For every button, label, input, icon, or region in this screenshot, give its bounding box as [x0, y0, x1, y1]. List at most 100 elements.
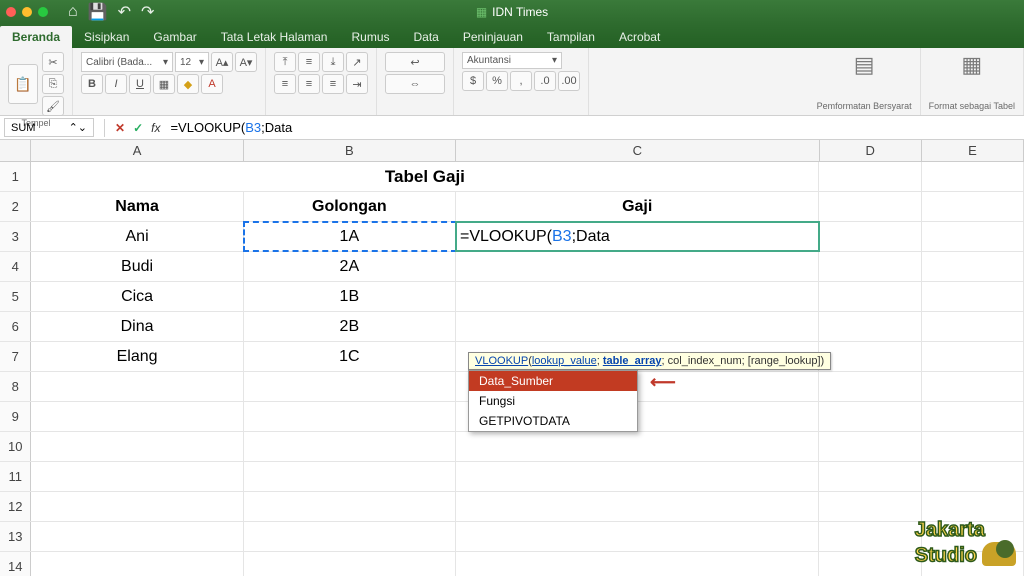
- tooltip-arg2[interactable]: table_array: [603, 355, 662, 367]
- cell[interactable]: [456, 312, 819, 341]
- row-header[interactable]: 3: [0, 222, 31, 251]
- col-header-c[interactable]: C: [456, 140, 820, 161]
- cell[interactable]: [819, 312, 921, 341]
- copy-button[interactable]: ⎘: [42, 74, 64, 94]
- row-header[interactable]: 8: [0, 372, 31, 401]
- tab-acrobat[interactable]: Acrobat: [607, 26, 672, 48]
- tooltip-arg1[interactable]: lookup_value: [532, 355, 597, 367]
- row-header[interactable]: 14: [0, 552, 31, 576]
- cell[interactable]: 1B: [244, 282, 456, 311]
- align-middle-button[interactable]: ≡: [298, 52, 320, 72]
- autocomplete-item[interactable]: Fungsi: [469, 391, 637, 411]
- minimize-icon[interactable]: [22, 7, 32, 17]
- wrap-text-button[interactable]: ↩: [385, 52, 445, 72]
- undo-icon[interactable]: ↶: [118, 2, 131, 22]
- percent-button[interactable]: %: [486, 71, 508, 91]
- paste-button[interactable]: 📋: [8, 64, 38, 104]
- tooltip-fn-link[interactable]: VLOOKUP: [475, 355, 528, 367]
- cell[interactable]: Dina: [31, 312, 243, 341]
- cut-button[interactable]: ✂: [42, 52, 64, 72]
- fill-color-button[interactable]: ◆: [177, 74, 199, 94]
- decrease-decimal-button[interactable]: .00: [558, 71, 580, 91]
- col-header-d[interactable]: D: [820, 140, 922, 161]
- cell[interactable]: Cica: [31, 282, 243, 311]
- tab-sisipkan[interactable]: Sisipkan: [72, 26, 141, 48]
- save-icon[interactable]: 💾: [88, 2, 108, 22]
- align-right-button[interactable]: ≡: [322, 74, 344, 94]
- row-header[interactable]: 12: [0, 492, 31, 521]
- title-cell[interactable]: Tabel Gaji: [31, 162, 819, 191]
- cond-format-icon[interactable]: ▤: [817, 52, 912, 78]
- cell-editing[interactable]: =VLOOKUP(B3;Data: [456, 222, 819, 251]
- orientation-button[interactable]: ↗: [346, 52, 368, 72]
- tab-tata-letak[interactable]: Tata Letak Halaman: [209, 26, 340, 48]
- align-center-button[interactable]: ≡: [298, 74, 320, 94]
- font-name-dropdown[interactable]: Calibri (Bada...▾: [81, 52, 173, 72]
- cell[interactable]: Elang: [31, 342, 243, 371]
- row-header[interactable]: 7: [0, 342, 31, 371]
- align-top-button[interactable]: ⤒: [274, 52, 296, 72]
- increase-font-button[interactable]: A▴: [211, 52, 233, 72]
- font-size-dropdown[interactable]: 12▾: [175, 52, 209, 72]
- cell[interactable]: 2B: [244, 312, 456, 341]
- align-bottom-button[interactable]: ⤓: [322, 52, 344, 72]
- cell[interactable]: [456, 252, 819, 281]
- cell[interactable]: [922, 282, 1024, 311]
- font-color-button[interactable]: A: [201, 74, 223, 94]
- align-left-button[interactable]: ≡: [274, 74, 296, 94]
- autocomplete-item[interactable]: GETPIVOTDATA: [469, 411, 637, 431]
- cell[interactable]: [819, 252, 921, 281]
- bold-button[interactable]: B: [81, 74, 103, 94]
- comma-button[interactable]: ,: [510, 71, 532, 91]
- cell[interactable]: [922, 222, 1024, 251]
- row-header[interactable]: 10: [0, 432, 31, 461]
- tab-gambar[interactable]: Gambar: [141, 26, 208, 48]
- col-header-b[interactable]: B: [244, 140, 456, 161]
- home-icon[interactable]: ⌂: [68, 3, 78, 21]
- cell[interactable]: [819, 222, 921, 251]
- cell[interactable]: [456, 282, 819, 311]
- tab-rumus[interactable]: Rumus: [339, 26, 401, 48]
- maximize-icon[interactable]: [38, 7, 48, 17]
- header-gaji[interactable]: Gaji: [456, 192, 819, 221]
- cell[interactable]: Ani: [31, 222, 243, 251]
- underline-button[interactable]: U: [129, 74, 151, 94]
- col-header-a[interactable]: A: [31, 140, 243, 161]
- row-header[interactable]: 9: [0, 402, 31, 431]
- formula-input[interactable]: =VLOOKUP(B3;Data: [164, 118, 1024, 137]
- row-header[interactable]: 4: [0, 252, 31, 281]
- name-box[interactable]: SUM⌃⌄: [4, 118, 94, 137]
- row-header[interactable]: 1: [0, 162, 31, 191]
- row-header[interactable]: 5: [0, 282, 31, 311]
- cell[interactable]: [819, 342, 921, 371]
- merge-button[interactable]: ⇔: [385, 74, 445, 94]
- row-header[interactable]: 2: [0, 192, 31, 221]
- row-header[interactable]: 13: [0, 522, 31, 551]
- tab-beranda[interactable]: Beranda: [0, 26, 72, 48]
- cancel-formula-button[interactable]: ✕: [111, 121, 129, 135]
- border-button[interactable]: ▦: [153, 74, 175, 94]
- row-header[interactable]: 6: [0, 312, 31, 341]
- redo-icon[interactable]: ↷: [141, 2, 154, 22]
- close-icon[interactable]: [6, 7, 16, 17]
- select-all-corner[interactable]: [0, 140, 31, 161]
- cell[interactable]: 1C: [244, 342, 456, 371]
- cell[interactable]: Budi: [31, 252, 243, 281]
- increase-decimal-button[interactable]: .0: [534, 71, 556, 91]
- number-format-dropdown[interactable]: Akuntansi▾: [462, 52, 562, 69]
- header-nama[interactable]: Nama: [31, 192, 243, 221]
- italic-button[interactable]: I: [105, 74, 127, 94]
- col-header-e[interactable]: E: [922, 140, 1024, 161]
- indent-button[interactable]: ⇥: [346, 74, 368, 94]
- cell[interactable]: [922, 342, 1024, 371]
- tab-peninjauan[interactable]: Peninjauan: [451, 26, 535, 48]
- cell[interactable]: [922, 252, 1024, 281]
- format-table-icon[interactable]: ▦: [929, 52, 1015, 78]
- header-golongan[interactable]: Golongan: [244, 192, 456, 221]
- confirm-formula-button[interactable]: ✓: [129, 121, 147, 135]
- format-painter-button[interactable]: 🖌: [42, 96, 64, 116]
- row-header[interactable]: 11: [0, 462, 31, 491]
- cell[interactable]: [819, 282, 921, 311]
- cell[interactable]: 2A: [244, 252, 456, 281]
- cell[interactable]: [922, 312, 1024, 341]
